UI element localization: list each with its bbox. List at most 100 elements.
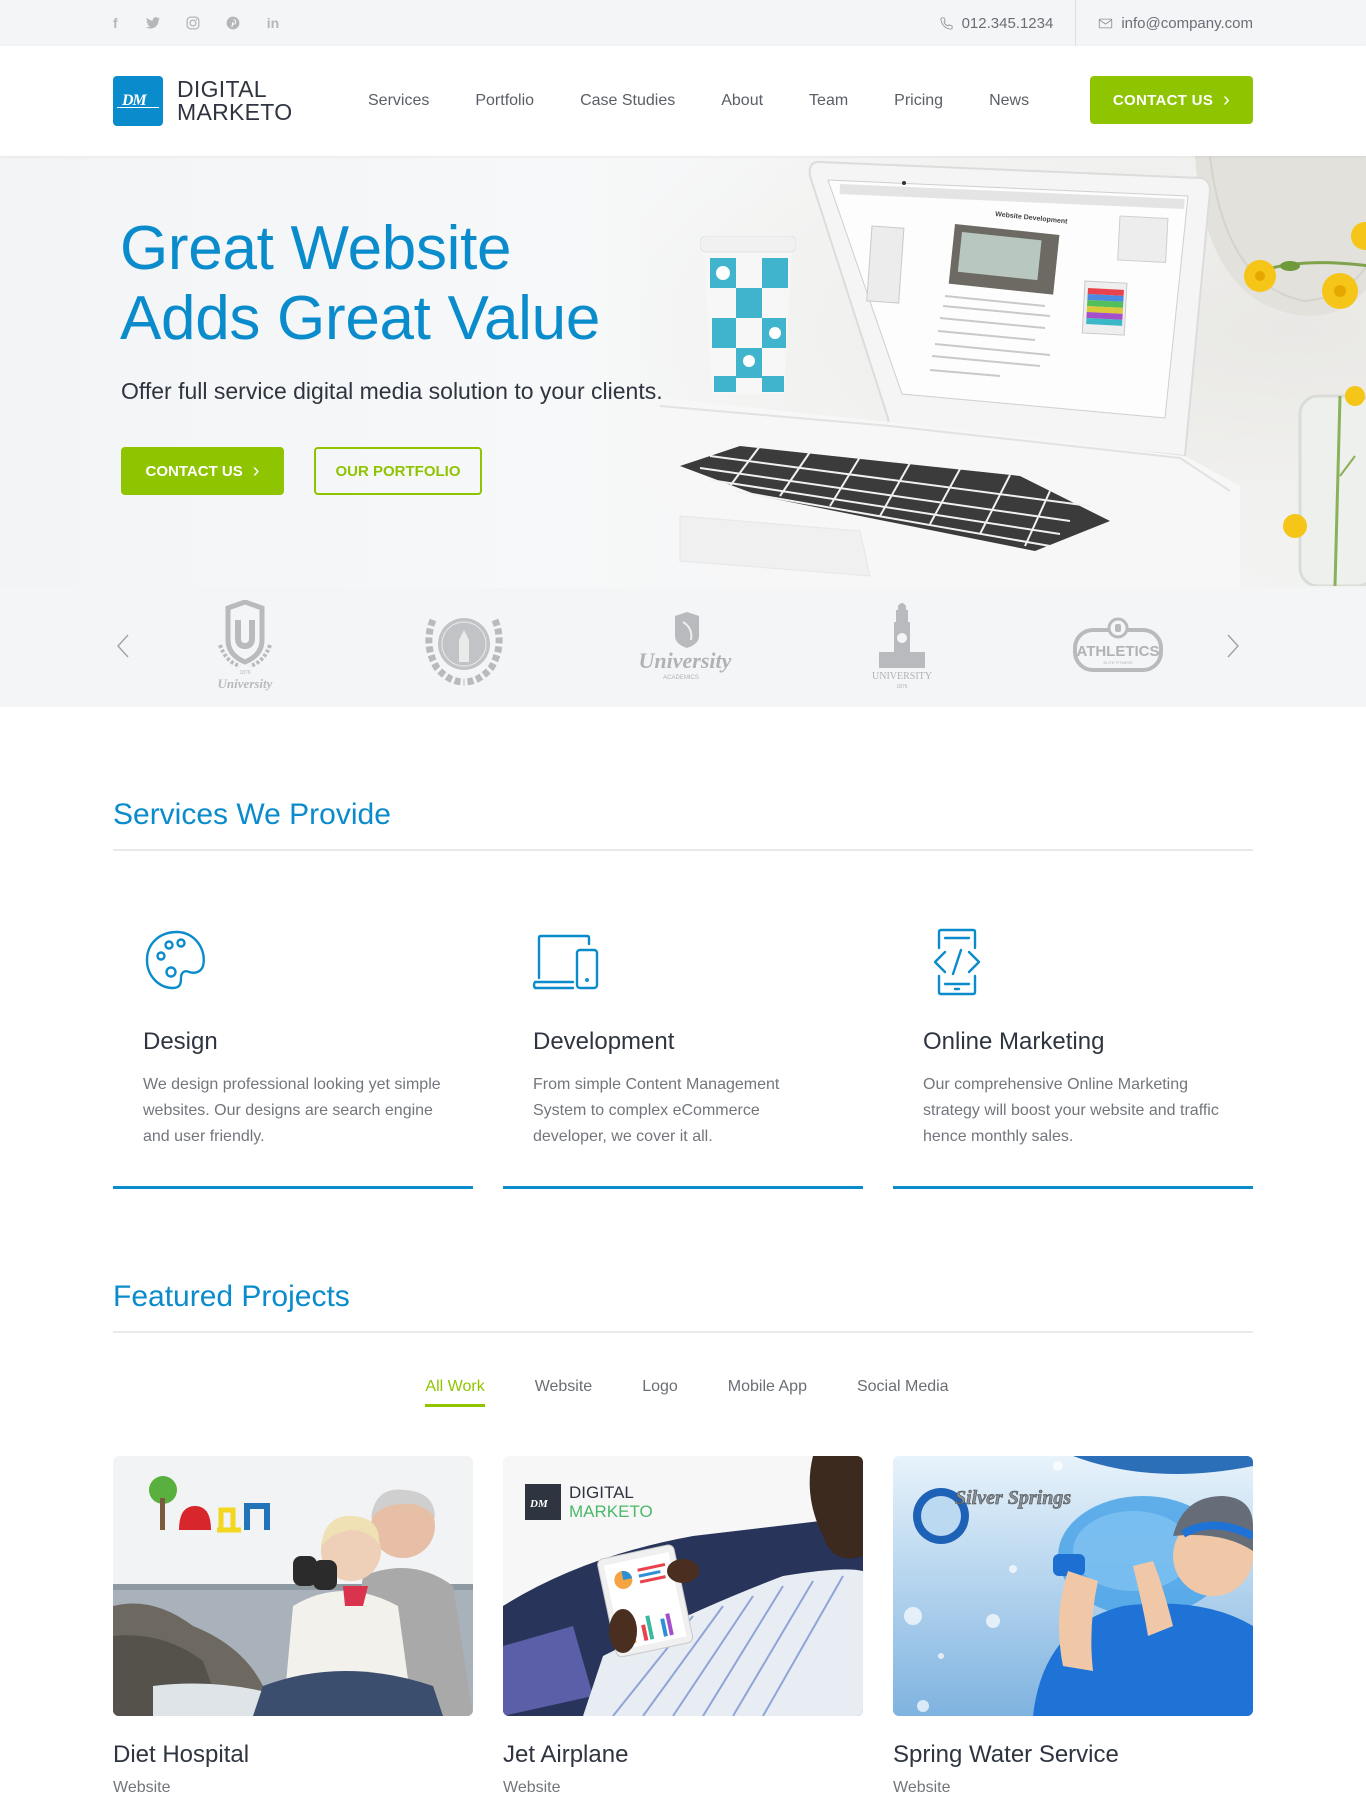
logo-3-text: University (639, 648, 732, 673)
chevron-right-icon: › (252, 459, 260, 482)
hero-subtitle: Offer full service digital media solutio… (121, 378, 663, 404)
project-title[interactable]: Spring Water Service (893, 1741, 1253, 1769)
header-contact-label: CONTACT US (1112, 91, 1214, 109)
client-logo-university-tower[interactable]: UNIVERSITY 1876 (847, 600, 957, 695)
hero-banner: Website Development Great Website Adds G… (0, 156, 1366, 588)
logo-line-2: MARKETO (177, 99, 293, 125)
facebook-icon[interactable]: f (113, 0, 133, 46)
nav-portfolio[interactable]: Portfolio (475, 92, 534, 110)
devices-icon (531, 926, 603, 998)
service-underline (893, 1186, 1253, 1189)
service-title: Development (533, 1028, 675, 1055)
feather-shield-logo: University ACADEMICS (639, 612, 732, 681)
service-description: Our comprehensive Online Marketing strat… (923, 1076, 1219, 1145)
logo-4-sub: 1876 (896, 684, 907, 690)
twitter-icon[interactable] (133, 0, 173, 46)
filter-logo[interactable]: Logo (642, 1378, 678, 1407)
palette-icon (141, 926, 213, 998)
services-divider (113, 849, 1253, 851)
client-logo-school-of-art[interactable] (409, 600, 519, 695)
main-nav: Services Portfolio Case Studies About Te… (368, 46, 1029, 156)
mobile-code-icon (921, 926, 993, 998)
hero-contact-button[interactable]: CONTACT US › (121, 447, 284, 495)
service-underline (113, 1186, 473, 1189)
logo-5-text: ATHLETICS (1076, 643, 1159, 660)
filter-website[interactable]: Website (535, 1378, 593, 1407)
brand-logo[interactable]: DM DIGITAL MARKETO (113, 76, 292, 126)
project-2-brand-line-1: DIGITAL (569, 1483, 634, 1502)
project-thumbnail[interactable] (113, 1456, 473, 1716)
service-title: Design (143, 1028, 218, 1055)
couple-binoculars-image (113, 1456, 473, 1716)
nav-case-studies[interactable]: Case Studies (580, 92, 675, 110)
logo-line-1: DIGITAL (177, 76, 267, 102)
site-header: DM DIGITAL MARKETO Services Portfolio Ca… (0, 46, 1366, 156)
hero-title-line-2: Adds Great Value (120, 284, 600, 353)
carousel-prev-button[interactable] (116, 633, 136, 661)
man-with-tablet-image: DM DIGITAL MARKETO (503, 1456, 863, 1716)
chevron-right-icon (1227, 634, 1239, 658)
clock-tower-logo: UNIVERSITY 1876 (872, 603, 932, 690)
contact-info: 012.345.1234 info@company.com (917, 0, 1253, 46)
phone-icon (940, 16, 953, 30)
project-title[interactable]: Diet Hospital (113, 1741, 473, 1769)
services-heading: Services We Provide (113, 798, 391, 831)
linkedin-icon[interactable]: in (253, 0, 293, 46)
hero-title-line-1: Great Website (120, 214, 512, 283)
service-description: From simple Content Management System to… (533, 1076, 780, 1145)
nav-team[interactable]: Team (809, 92, 848, 110)
phone-number: 012.345.1234 (961, 14, 1054, 32)
project-card-spring-water[interactable]: Silver Springs Spring Water Service Webs… (893, 1456, 1253, 1797)
filter-mobile-app[interactable]: Mobile App (728, 1378, 807, 1407)
project-category: Website (503, 1779, 561, 1796)
logo-mark: DM (113, 76, 163, 126)
project-2-brand-mark: DM (529, 1498, 549, 1510)
email-contact[interactable]: info@company.com (1075, 0, 1253, 46)
project-category: Website (893, 1779, 951, 1796)
nav-services[interactable]: Services (368, 92, 429, 110)
service-underline (503, 1186, 863, 1189)
social-links: f in (113, 0, 293, 46)
project-card-diet-hospital[interactable]: Diet Hospital Website (113, 1456, 473, 1797)
nav-about[interactable]: About (721, 92, 763, 110)
instagram-icon[interactable] (173, 0, 213, 46)
project-2-brand-line-2: MARKETO (569, 1502, 653, 1521)
phone-contact[interactable]: 012.345.1234 (917, 0, 1076, 46)
pinterest-icon[interactable] (213, 0, 253, 46)
projects-divider (113, 1331, 1253, 1333)
email-address: info@company.com (1121, 14, 1253, 32)
mail-icon (1099, 18, 1113, 28)
project-title[interactable]: Jet Airplane (503, 1741, 863, 1769)
projects-heading: Featured Projects (113, 1280, 350, 1313)
project-thumbnail[interactable]: DM DIGITAL MARKETO (503, 1456, 863, 1716)
nav-news[interactable]: News (989, 92, 1029, 110)
water-delivery-image: Silver Springs (893, 1456, 1253, 1716)
chevron-right-icon: › (1223, 88, 1231, 111)
logo-5-sub: ELITE FITNESS (1103, 660, 1132, 665)
filter-all-work[interactable]: All Work (425, 1378, 485, 1407)
top-bar: f in 012.345.1234 info@company.com (0, 0, 1366, 46)
service-card-online-marketing: Online Marketing Our comprehensive Onlin… (893, 900, 1253, 1190)
client-logo-athletics[interactable]: ATHLETICS ELITE FITNESS (1063, 600, 1173, 695)
logo-3-sub: ACADEMICS (663, 675, 699, 681)
project-category: Website (113, 1779, 171, 1796)
nav-pricing[interactable]: Pricing (894, 92, 943, 110)
chevron-left-icon (117, 634, 129, 658)
project-3-brand: Silver Springs (955, 1487, 1071, 1509)
service-description: We design professional looking yet simpl… (143, 1076, 441, 1145)
header-contact-button[interactable]: CONTACT US › (1090, 76, 1253, 124)
project-thumbnail[interactable]: Silver Springs (893, 1456, 1253, 1716)
carousel-next-button[interactable] (1226, 633, 1246, 661)
hero-contact-label: CONTACT US (145, 462, 243, 480)
service-card-development: Development From simple Content Manageme… (503, 900, 863, 1190)
client-logo-university-shield[interactable]: 1876 University (190, 600, 300, 695)
filter-social-media[interactable]: Social Media (857, 1378, 949, 1407)
service-title: Online Marketing (923, 1028, 1105, 1055)
client-logos-carousel: 1876 University University ACADEMICS UNI… (0, 588, 1366, 707)
client-logo-university-academics[interactable]: University ACADEMICS (627, 600, 747, 695)
logo-4-text: UNIVERSITY (872, 671, 932, 682)
hero-title: Great Website Adds Great Value (120, 214, 600, 354)
hero-portfolio-button[interactable]: OUR PORTFOLIO (314, 447, 482, 495)
coffee-cup-image (700, 236, 796, 394)
project-card-jet-airplane[interactable]: DM DIGITAL MARKETO Jet Airplane Website (503, 1456, 863, 1797)
